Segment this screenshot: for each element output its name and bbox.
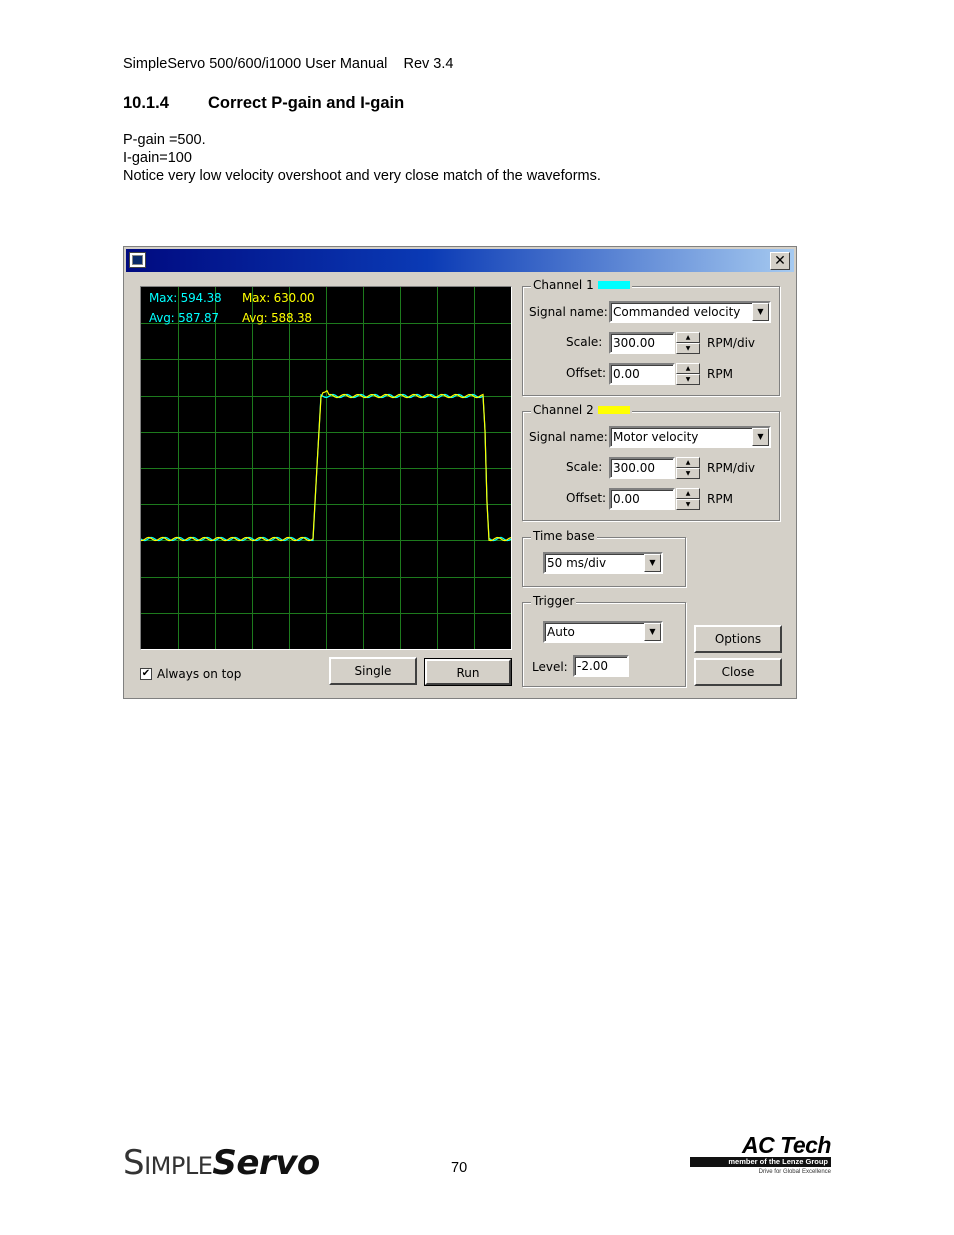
ch2-scale-label: Scale: (566, 460, 603, 474)
timebase-label: Time base (531, 529, 597, 543)
channel2-color-swatch (597, 406, 630, 414)
chevron-down-icon[interactable]: ▼ (644, 554, 661, 572)
notice-line: Notice very low velocity overshoot and v… (123, 168, 601, 184)
always-on-top-label: Always on top (157, 667, 242, 681)
channel1-label: Channel 1 (533, 278, 594, 292)
ch2-scale-input[interactable]: 300.00 (609, 457, 675, 479)
simpleservo-logo: SimpleServo (123, 1143, 320, 1183)
channel2-legend: Channel 2 (531, 403, 632, 417)
scope-display: Max: 594.38 Avg: 587.87 Max: 630.00 Avg:… (140, 286, 512, 650)
ch2-signal-value: Motor velocity (613, 430, 699, 444)
ch2-signal-select[interactable]: Motor velocity ▼ (609, 426, 771, 448)
igain-line: I-gain=100 (123, 150, 192, 166)
ch2-scale-unit: RPM/div (707, 461, 756, 475)
logo-servo: Servo (212, 1143, 320, 1183)
ch1-signal-label: Signal name: (529, 305, 608, 319)
options-button[interactable]: Options (694, 625, 782, 653)
ch1-scale-unit: RPM/div (707, 336, 756, 350)
actech-tagline: Drive for Global Excellence (758, 1169, 831, 1175)
spin-up-icon[interactable]: ▲ (676, 363, 700, 374)
trigger-group: Trigger Auto ▼ Level: -2.00 (522, 594, 686, 687)
single-button[interactable]: Single (329, 657, 417, 685)
spin-down-icon[interactable]: ▼ (676, 374, 700, 385)
ch2-offset-unit: RPM (707, 492, 733, 506)
timebase-select[interactable]: 50 ms/div ▼ (543, 552, 663, 574)
spin-down-icon[interactable]: ▼ (676, 343, 700, 354)
channel2-label: Channel 2 (533, 403, 594, 417)
scope-plot (141, 287, 511, 649)
pgain-line: P-gain =500. (123, 132, 206, 148)
ch2-scale-spinner[interactable]: ▲ ▼ (676, 457, 700, 479)
ch1-scale-input[interactable]: 300.00 (609, 332, 675, 354)
spin-down-icon[interactable]: ▼ (676, 499, 700, 510)
trigger-mode-select[interactable]: Auto ▼ (543, 621, 663, 643)
ch1-scale-spinner[interactable]: ▲ ▼ (676, 332, 700, 354)
chevron-down-icon[interactable]: ▼ (644, 623, 661, 641)
oscilloscope-icon (129, 252, 146, 268)
page-number: 70 (451, 1160, 468, 1176)
chevron-down-icon[interactable]: ▼ (752, 428, 769, 446)
actech-title: AC Tech (742, 1132, 831, 1158)
spin-up-icon[interactable]: ▲ (676, 332, 700, 343)
spin-down-icon[interactable]: ▼ (676, 468, 700, 479)
timebase-group: Time base 50 ms/div ▼ (522, 529, 686, 587)
manual-header: SimpleServo 500/600/i1000 User Manual Re… (123, 56, 454, 72)
section-heading: 10.1.4 Correct P-gain and I-gain (123, 94, 404, 113)
ch1-offset-spinner[interactable]: ▲ ▼ (676, 363, 700, 385)
timebase-value: 50 ms/div (547, 556, 607, 570)
spin-up-icon[interactable]: ▲ (676, 457, 700, 468)
channel1-group: Channel 1 Signal name: Commanded velocit… (522, 278, 780, 396)
ch2-max-readout: Max: 630.00 (242, 291, 315, 305)
section-title: Correct P-gain and I-gain (208, 94, 405, 112)
ch1-scale-label: Scale: (566, 335, 603, 349)
ch2-offset-label: Offset: (566, 491, 607, 505)
close-button[interactable]: Close (694, 658, 782, 686)
always-on-top-checkbox[interactable]: ✔ (140, 668, 152, 680)
ch1-offset-input[interactable]: 0.00 (609, 363, 675, 385)
dialog-titlebar[interactable]: ✕ (126, 249, 794, 272)
ch1-max-readout: Max: 594.38 (149, 291, 222, 305)
channel1-color-swatch (597, 281, 630, 289)
logo-simple: Simple (123, 1143, 213, 1183)
spin-up-icon[interactable]: ▲ (676, 488, 700, 499)
trigger-label: Trigger (531, 594, 577, 608)
chevron-down-icon[interactable]: ▼ (752, 303, 769, 321)
trigger-level-input[interactable]: -2.00 (573, 655, 629, 677)
ch1-signal-select[interactable]: Commanded velocity ▼ (609, 301, 771, 323)
body-text: P-gain =500. I-gain=100 Notice very low … (123, 131, 601, 185)
channel2-group: Channel 2 Signal name: Motor velocity ▼ … (522, 403, 780, 521)
ch2-offset-spinner[interactable]: ▲ ▼ (676, 488, 700, 510)
trigger-mode-value: Auto (547, 625, 575, 639)
ch1-offset-label: Offset: (566, 366, 607, 380)
run-button[interactable]: Run (424, 658, 512, 686)
actech-member: member of the Lenze Group (690, 1157, 831, 1167)
oscilloscope-dialog: ✕ Max: 594.38 Avg: 587.87 Max: 630.00 Av… (123, 246, 797, 699)
section-number: 10.1.4 (123, 94, 169, 112)
ch2-offset-input[interactable]: 0.00 (609, 488, 675, 510)
ch1-offset-unit: RPM (707, 367, 733, 381)
actech-logo: AC Tech member of the Lenze Group Drive … (690, 1132, 832, 1175)
close-icon[interactable]: ✕ (770, 252, 790, 270)
ch1-avg-readout: Avg: 587.87 (149, 311, 219, 325)
channel1-legend: Channel 1 (531, 278, 632, 292)
ch1-signal-value: Commanded velocity (613, 305, 741, 319)
ch2-avg-readout: Avg: 588.38 (242, 311, 312, 325)
ch2-signal-label: Signal name: (529, 430, 608, 444)
trigger-level-label: Level: (532, 660, 568, 674)
always-on-top-option[interactable]: ✔ Always on top (140, 667, 241, 681)
